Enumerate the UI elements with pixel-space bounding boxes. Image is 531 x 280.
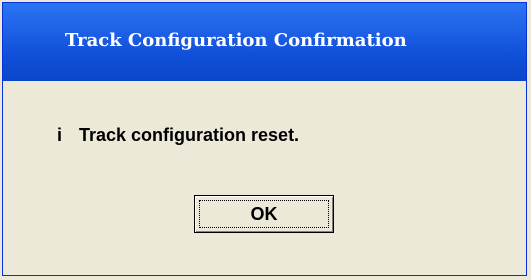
ok-button[interactable]: OK — [194, 195, 334, 233]
info-icon: i — [57, 125, 63, 145]
dialog-title: Track Configuration Confirmation — [65, 30, 407, 51]
message-row: i Track configuration reset. — [57, 125, 299, 146]
confirmation-dialog: Track Configuration Confirmation i Track … — [2, 2, 527, 276]
dialog-body: i Track configuration reset. OK — [3, 81, 526, 275]
message-text: Track configuration reset. — [79, 125, 300, 145]
ok-button-label: OK — [199, 200, 329, 228]
title-bar[interactable]: Track Configuration Confirmation — [3, 3, 526, 81]
